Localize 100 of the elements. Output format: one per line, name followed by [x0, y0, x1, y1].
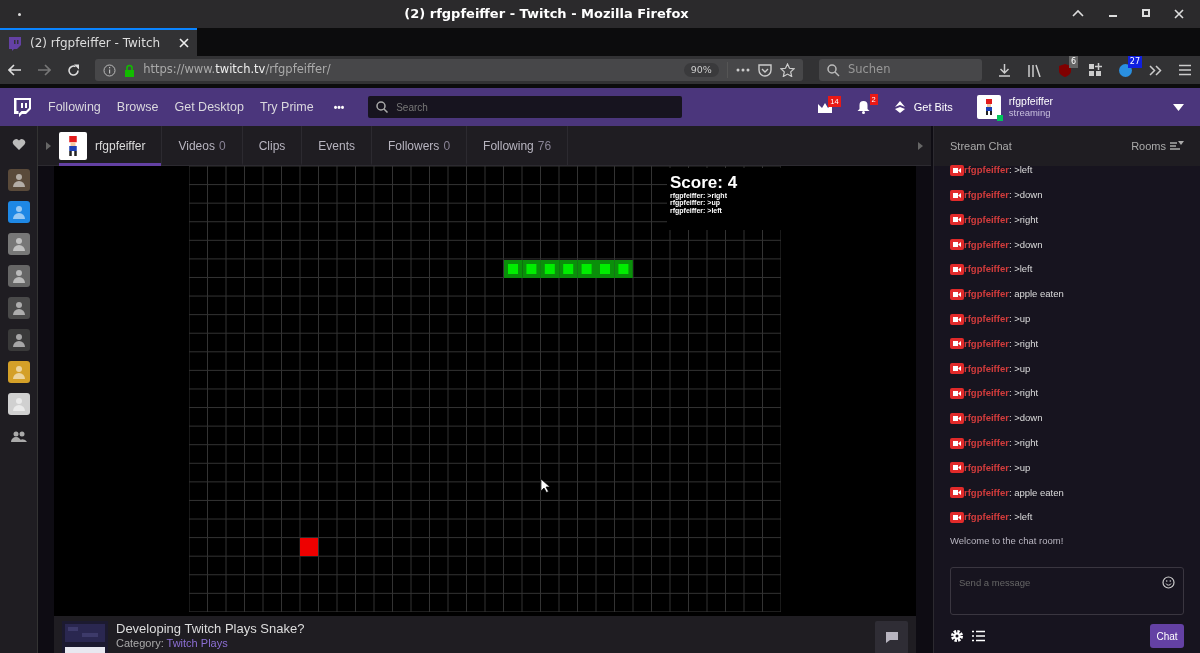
info-icon[interactable]	[103, 63, 117, 77]
stream-title: Developing Twitch Plays Snake?	[116, 621, 306, 638]
channel-avatar[interactable]	[7, 393, 30, 415]
user-status: streaming	[1008, 107, 1051, 118]
download-icon[interactable]	[998, 63, 1011, 77]
chat-message: rfgpfeiffer: >left	[964, 262, 1033, 277]
channel-avatar[interactable]	[7, 201, 30, 223]
channel-avatar[interactable]	[7, 297, 30, 319]
library-icon[interactable]	[1027, 63, 1042, 77]
broadcaster-badge-icon	[950, 264, 964, 276]
crown-icon[interactable]	[816, 101, 833, 113]
channel-avatar[interactable]	[7, 265, 30, 287]
bookmark-star-icon[interactable]	[779, 63, 795, 77]
dropdown-caret-icon[interactable]	[1173, 103, 1184, 111]
rooms-button[interactable]: Rooms	[1131, 137, 1184, 155]
channel-tab[interactable]: Following 76	[466, 125, 568, 166]
chat-message: rfgpfeiffer: >right	[964, 386, 1039, 401]
broadcaster-badge-icon	[950, 164, 964, 176]
search-icon	[376, 101, 389, 113]
welcome-message: Welcome to the chat room!	[950, 533, 1065, 548]
channel-avatar[interactable]	[7, 361, 30, 383]
chat-message: rfgpfeiffer: apple eaten	[964, 485, 1064, 500]
chat-title: Stream Chat	[950, 138, 1013, 154]
broadcaster-badge-icon	[950, 363, 964, 375]
globe-icon[interactable]	[1118, 62, 1133, 78]
close-tab-icon[interactable]	[179, 38, 189, 48]
broadcaster-badge-icon	[950, 412, 964, 424]
more-icon[interactable]	[735, 68, 750, 72]
bits-icon	[893, 100, 906, 114]
address-bar[interactable]: https://www.twitch.tv/rfgpfeiffer/ 90%	[95, 59, 803, 81]
user-name: rfgpfeiffer	[1008, 96, 1053, 108]
broadcaster-badge-icon	[950, 462, 964, 474]
forward-icon[interactable]	[37, 64, 51, 76]
chat-button[interactable]	[875, 621, 908, 653]
chat-message: rfgpfeiffer: >right	[964, 212, 1039, 227]
broadcaster-badge-icon	[950, 189, 964, 201]
broadcaster-badge-icon	[950, 388, 964, 400]
chat-send-button[interactable]: Chat	[1150, 624, 1184, 648]
emoji-icon[interactable]	[1162, 576, 1175, 589]
category-label: Category:	[116, 637, 164, 650]
search-field[interactable]: Search	[368, 96, 683, 118]
broadcaster-badge-icon	[950, 437, 964, 449]
heart-icon[interactable]	[11, 138, 26, 151]
nav-link[interactable]: Browse	[116, 97, 159, 117]
bell-icon[interactable]	[856, 100, 870, 114]
channel-avatar[interactable]	[7, 169, 30, 191]
get-bits-button[interactable]: Get Bits	[893, 98, 953, 116]
zoom-level[interactable]: 90%	[683, 62, 719, 78]
channel-avatar[interactable]	[7, 233, 30, 255]
user-avatar[interactable]	[976, 95, 1001, 119]
broadcaster-badge-icon	[950, 487, 964, 499]
window-title: (2) rfgpfeiffer - Twitch - Mozilla Firefox	[404, 6, 689, 22]
reload-icon[interactable]	[66, 63, 80, 77]
window-menu-icon[interactable]	[18, 12, 21, 16]
menu-icon[interactable]	[1178, 64, 1192, 76]
browser-tab[interactable]: (2) rfgpfeiffer - Twitch	[0, 28, 197, 56]
search-icon	[826, 63, 840, 77]
broadcaster-badge-icon	[950, 338, 964, 350]
back-icon[interactable]	[8, 64, 22, 76]
chat-message: rfgpfeiffer: >up	[964, 361, 1031, 376]
padlock-icon	[124, 63, 136, 77]
expand-arrow-icon[interactable]	[46, 141, 51, 150]
nav-link[interactable]: Following	[48, 97, 101, 117]
broadcaster-badge-icon	[950, 239, 964, 251]
restore-icon[interactable]	[1142, 9, 1150, 17]
chat-message: rfgpfeiffer: >right	[964, 336, 1039, 351]
chat-message: rfgpfeiffer: >down	[964, 188, 1043, 203]
channel-tab[interactable]: Clips	[241, 125, 302, 166]
settings-icon[interactable]	[950, 629, 964, 643]
channel-avatar[interactable]	[7, 329, 30, 351]
twitch-logo-icon[interactable]	[12, 96, 32, 118]
pocket-icon[interactable]	[757, 63, 772, 77]
overflow-chevron-icon[interactable]	[1149, 64, 1162, 76]
collapse-arrow-icon[interactable]	[918, 141, 923, 150]
add-extension-icon[interactable]	[1088, 63, 1102, 77]
speech-bubble-icon	[884, 631, 899, 644]
maximize-up-icon[interactable]	[1072, 9, 1084, 17]
category-link[interactable]: Twitch Plays	[166, 637, 228, 650]
friends-icon[interactable]	[10, 431, 27, 442]
chat-message: rfgpfeiffer: >down	[964, 237, 1043, 252]
mouse-cursor-icon	[540, 478, 550, 493]
more-button[interactable]: •••	[333, 99, 345, 115]
chat-message: rfgpfeiffer: >down	[964, 411, 1043, 426]
channel-tab[interactable]: Followers 0	[371, 125, 467, 166]
chat-message: rfgpfeiffer: >left	[964, 510, 1033, 525]
close-icon[interactable]	[1174, 9, 1184, 19]
extension-badge: 6	[1068, 55, 1078, 68]
broadcaster-badge-icon	[950, 288, 964, 300]
channel-tab[interactable]: Videos 0	[161, 125, 242, 166]
broadcaster-badge-icon	[950, 313, 964, 325]
rooms-list-icon	[1170, 141, 1184, 151]
broadcaster-badge-icon	[950, 214, 964, 226]
chat-message: rfgpfeiffer: >left	[964, 163, 1033, 178]
broadcaster-badge-icon	[950, 512, 964, 524]
chat-message: rfgpfeiffer: >up	[964, 460, 1031, 475]
chat-message: rfgpfeiffer: >up	[964, 312, 1031, 327]
viewer-list-icon[interactable]	[972, 630, 985, 642]
channel-tab[interactable]: Events	[301, 125, 371, 166]
nav-link[interactable]: Get Desktop	[174, 97, 244, 117]
nav-link[interactable]: Try Prime	[260, 97, 314, 117]
